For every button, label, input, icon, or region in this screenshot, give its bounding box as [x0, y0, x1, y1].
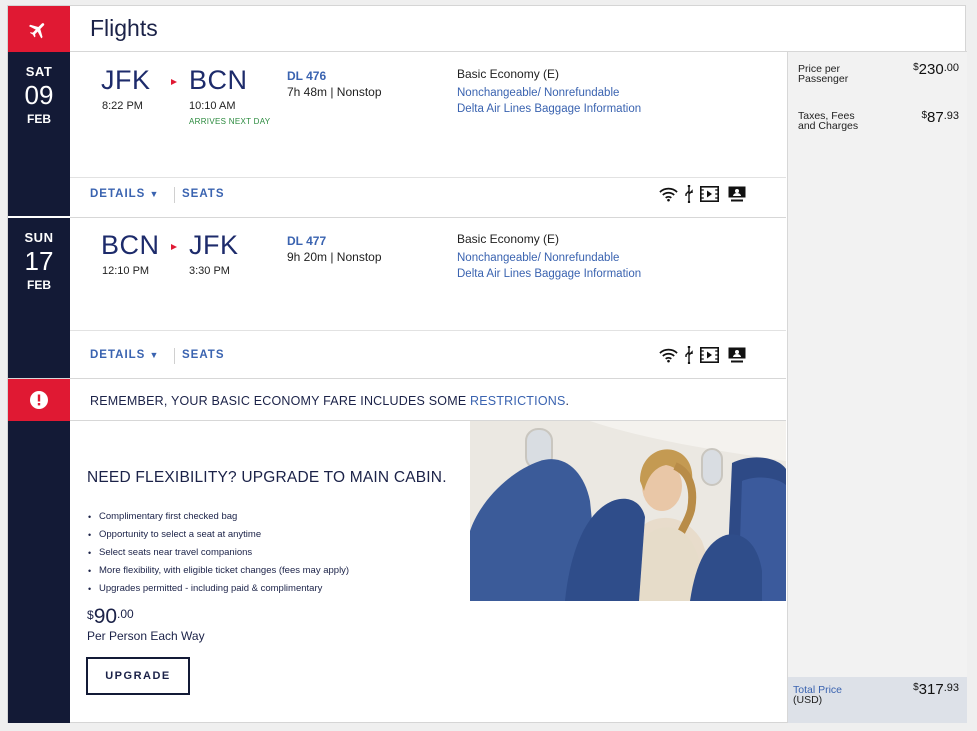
upgrade-button[interactable]: UPGRADE [86, 657, 190, 695]
total-price-label: Total Price (USD) [793, 685, 842, 706]
price-cents: .93 [943, 682, 959, 694]
price-whole: 90 [93, 605, 118, 628]
restriction-text: REMEMBER, YOUR BASIC ECONOMY FARE INCLUD… [90, 394, 471, 408]
price-whole: 230 [918, 61, 944, 78]
airplane-icon [8, 6, 70, 52]
flight-number-link[interactable]: DL 476 [287, 69, 326, 83]
usb-icon [684, 346, 694, 364]
destination-code: BCN [189, 65, 248, 95]
personal-screen-icon [728, 347, 746, 363]
personal-screen-icon [728, 186, 746, 202]
outbound-date: SAT 09 FEB [8, 64, 70, 126]
upgrade-title: NEED FLEXIBILITY? UPGRADE TO MAIN CABIN. [87, 469, 447, 486]
return-day: 17 [24, 246, 54, 276]
details-label: DETAILS [90, 349, 146, 361]
price-cents: .93 [943, 110, 959, 122]
price-per-passenger: $230.00 [913, 61, 959, 78]
baggage-info-link[interactable]: Delta Air Lines Baggage Information [457, 103, 641, 115]
divider [174, 187, 175, 203]
flight-duration: 9h 20m | Nonstop [287, 250, 382, 264]
arrival-time: 10:10 AM [189, 100, 236, 112]
list-item: More flexibility, with eligible ticket c… [87, 565, 349, 583]
list-item: Select seats near travel companions [87, 547, 349, 565]
policy-link[interactable]: Nonchangeable/ Nonrefundable [457, 252, 619, 264]
restriction-message: REMEMBER, YOUR BASIC ECONOMY FARE INCLUD… [90, 394, 569, 408]
arrives-next-day-note: ARRIVES NEXT DAY [189, 117, 271, 126]
trip-summary-panel: Flights SAT 09 FEB SUN 17 FEB JFK 8:22 P… [7, 5, 967, 723]
total-price: $317.93 [913, 681, 959, 698]
list-item: Opportunity to select a seat at anytime [87, 529, 349, 547]
restriction-end: . [565, 394, 570, 408]
outbound-day: 09 [24, 80, 54, 110]
video-icon [700, 347, 719, 363]
arrow-icon [171, 79, 177, 85]
departure-time: 12:10 PM [102, 265, 150, 277]
alert-icon [8, 379, 70, 421]
amenities [659, 346, 746, 364]
price-summary: Price per Passenger $230.00 Taxes, Fees … [787, 52, 967, 723]
cabin-photo [470, 421, 786, 601]
outbound-month: FEB [27, 112, 51, 126]
divider [174, 348, 175, 364]
return-date: SUN 17 FEB [8, 230, 70, 292]
departure-time: 8:22 PM [102, 100, 143, 112]
currency-symbol: $ [921, 110, 928, 121]
price-per-passenger-label: Price per Passenger [798, 63, 849, 85]
restrictions-link[interactable]: RESTRICTIONS [470, 394, 565, 408]
total-price-box: Total Price (USD) $317.93 [788, 677, 967, 723]
flight-segment-outbound: JFK 8:22 PM BCN 10:10 AM ARRIVES NEXT DA… [70, 52, 786, 217]
details-label: DETAILS [90, 188, 146, 200]
flight-segment-return: BCN 12:10 PM JFK 3:30 PM DL 477 9h 20m |… [70, 217, 786, 378]
origin-code: BCN [101, 230, 160, 260]
price-cents: .00 [943, 62, 959, 74]
chevron-down-icon: ▼ [149, 350, 160, 360]
price-whole: 87 [927, 109, 944, 126]
price-whole: 317 [918, 681, 944, 698]
divider [70, 330, 786, 331]
currency-symbol: $ [913, 682, 919, 693]
usb-icon [684, 185, 694, 203]
price-cents: .00 [117, 607, 134, 621]
return-day-of-week: SUN [24, 230, 54, 245]
origin-code: JFK [101, 65, 151, 95]
taxes-label: Taxes, Fees and Charges [798, 110, 859, 132]
video-icon [700, 186, 719, 202]
divider [70, 177, 786, 178]
upgrade-side-bar [8, 421, 60, 723]
taxes-amount: $87.93 [921, 109, 959, 126]
arrow-icon [171, 244, 177, 250]
details-toggle[interactable]: DETAILS ▼ [90, 188, 159, 200]
currency-symbol: $ [87, 608, 94, 622]
date-divider [8, 216, 70, 218]
arrival-time: 3:30 PM [189, 265, 230, 277]
upgrade-offer: NEED FLEXIBILITY? UPGRADE TO MAIN CABIN.… [8, 421, 786, 723]
restriction-banner: REMEMBER, YOUR BASIC ECONOMY FARE INCLUD… [8, 378, 786, 421]
details-toggle[interactable]: DETAILS ▼ [90, 349, 159, 361]
fare-class: Basic Economy (E) [457, 67, 560, 81]
outbound-day-of-week: SAT [25, 64, 53, 79]
seats-link[interactable]: SEATS [182, 188, 225, 200]
fare-class: Basic Economy (E) [457, 232, 560, 246]
amenities [659, 185, 746, 203]
wifi-icon [659, 186, 678, 202]
flight-number-link[interactable]: DL 477 [287, 234, 326, 248]
seats-link[interactable]: SEATS [182, 349, 225, 361]
price-note: Per Person Each Way [87, 629, 205, 643]
destination-code: JFK [189, 230, 239, 260]
policy-link[interactable]: Nonchangeable/ Nonrefundable [457, 87, 619, 99]
chevron-down-icon: ▼ [149, 189, 160, 199]
page-title: Flights [90, 15, 158, 41]
list-item: Upgrades permitted - including paid & co… [87, 583, 349, 601]
currency-unit: (USD) [793, 694, 823, 706]
flights-header: Flights [8, 6, 967, 52]
upgrade-benefits: Complimentary first checked bag Opportun… [87, 511, 349, 601]
currency-symbol: $ [913, 62, 919, 73]
list-item: Complimentary first checked bag [87, 511, 349, 529]
flight-duration: 7h 48m | Nonstop [287, 85, 382, 99]
wifi-icon [659, 347, 678, 363]
return-month: FEB [27, 278, 51, 292]
upgrade-price: $90.00 [87, 605, 134, 629]
baggage-info-link[interactable]: Delta Air Lines Baggage Information [457, 268, 641, 280]
